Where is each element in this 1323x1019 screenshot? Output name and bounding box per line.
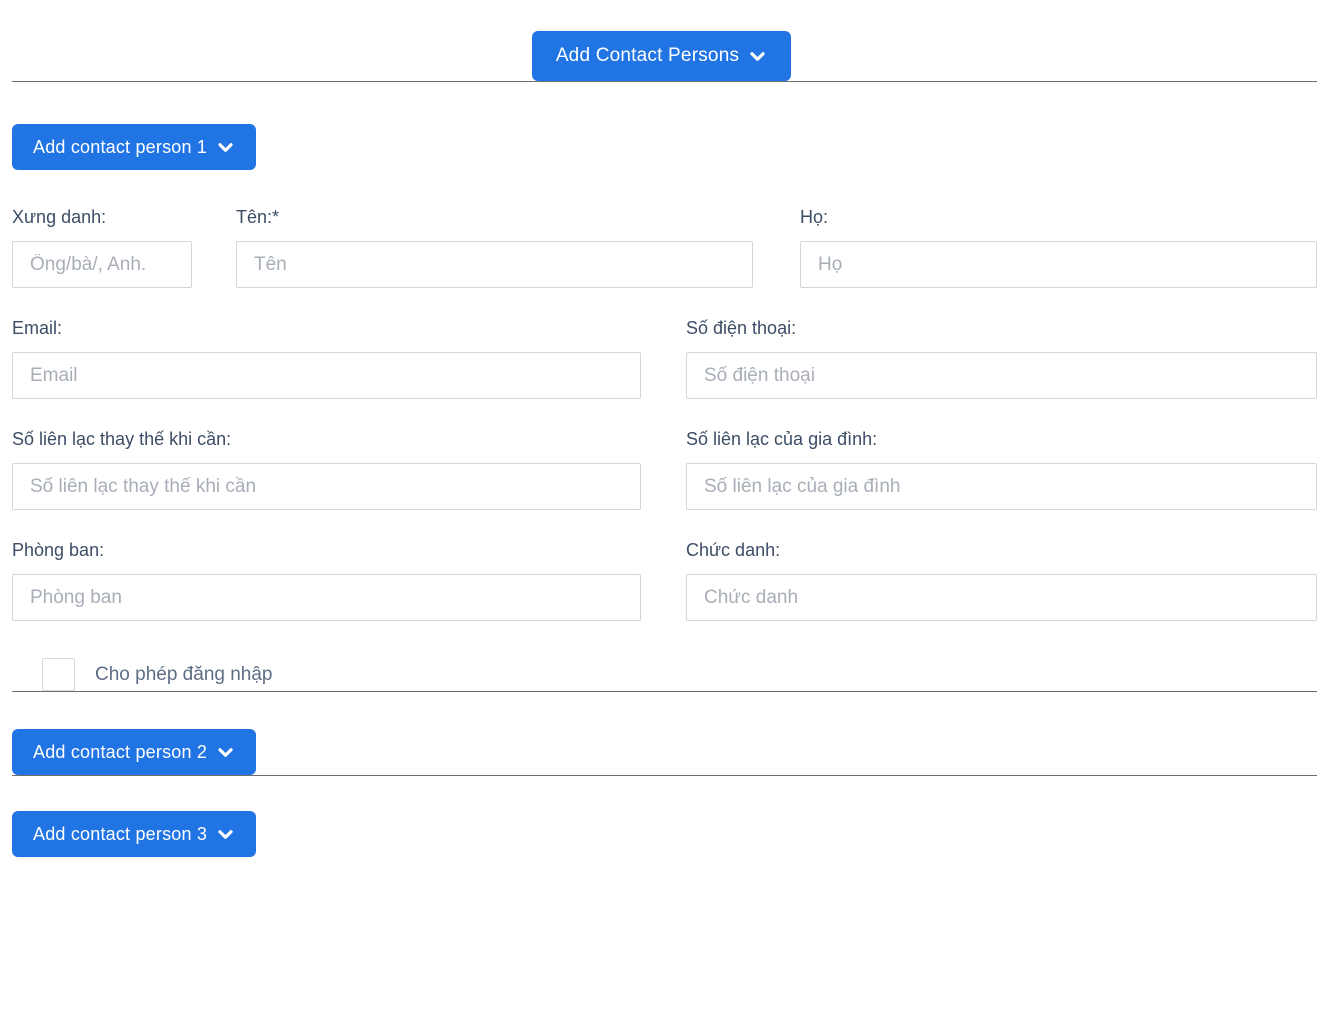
- email-input[interactable]: [12, 352, 641, 399]
- divider: [12, 81, 1317, 82]
- first-name-field-group: Tên:*: [236, 207, 753, 288]
- department-label: Phòng ban:: [12, 540, 641, 561]
- phone-input[interactable]: [686, 352, 1317, 399]
- alternate-contact-field-group: Số liên lạc thay thế khi cần:: [12, 429, 641, 510]
- family-contact-input[interactable]: [686, 463, 1317, 510]
- family-contact-label: Số liên lạc của gia đình:: [686, 429, 1317, 450]
- email-label: Email:: [12, 318, 641, 339]
- job-title-input[interactable]: [686, 574, 1317, 621]
- first-name-label: Tên:*: [236, 207, 753, 228]
- first-name-input[interactable]: [236, 241, 753, 288]
- contact-person-2-section: Add contact person 2: [12, 729, 1317, 775]
- contact-person-1-section: Add contact person 1 Xưng danh: Tên:* Họ…: [12, 124, 1317, 691]
- salutation-field-group: Xưng danh:: [12, 207, 192, 288]
- phone-label: Số điện thoại:: [686, 318, 1317, 339]
- salutation-label: Xưng danh:: [12, 207, 192, 228]
- last-name-input[interactable]: [800, 241, 1317, 288]
- chevron-down-icon: [216, 825, 235, 844]
- add-contact-person-3-button[interactable]: Add contact person 3: [12, 811, 256, 857]
- department-input[interactable]: [12, 574, 641, 621]
- chevron-down-icon: [216, 743, 235, 762]
- add-contact-person-2-button-label: Add contact person 2: [33, 742, 207, 763]
- add-contact-person-3-button-label: Add contact person 3: [33, 824, 207, 845]
- email-field-group: Email:: [12, 318, 641, 399]
- divider: [12, 775, 1317, 776]
- allow-login-label: Cho phép đăng nhập: [95, 664, 273, 686]
- add-contact-person-1-button[interactable]: Add contact person 1: [12, 124, 256, 170]
- chevron-down-icon: [216, 138, 235, 157]
- divider: [12, 691, 1317, 692]
- family-contact-field-group: Số liên lạc của gia đình:: [686, 429, 1317, 510]
- job-title-label: Chức danh:: [686, 540, 1317, 561]
- job-title-field-group: Chức danh:: [686, 540, 1317, 621]
- allow-login-checkbox[interactable]: [42, 658, 75, 691]
- last-name-label: Họ:: [800, 207, 1317, 228]
- salutation-input[interactable]: [12, 241, 192, 288]
- add-contact-person-1-button-label: Add contact person 1: [33, 137, 207, 158]
- add-contact-persons-button-label: Add Contact Persons: [556, 45, 739, 67]
- phone-field-group: Số điện thoại:: [686, 318, 1317, 399]
- add-contact-persons-button[interactable]: Add Contact Persons: [532, 31, 791, 81]
- header: Add Contact Persons: [0, 0, 1323, 81]
- last-name-field-group: Họ:: [800, 207, 1317, 288]
- alternate-contact-input[interactable]: [12, 463, 641, 510]
- contact-person-3-section: Add contact person 3: [12, 811, 1317, 857]
- alternate-contact-label: Số liên lạc thay thế khi cần:: [12, 429, 641, 450]
- add-contact-person-2-button[interactable]: Add contact person 2: [12, 729, 256, 775]
- chevron-down-icon: [748, 47, 767, 66]
- department-field-group: Phòng ban:: [12, 540, 641, 621]
